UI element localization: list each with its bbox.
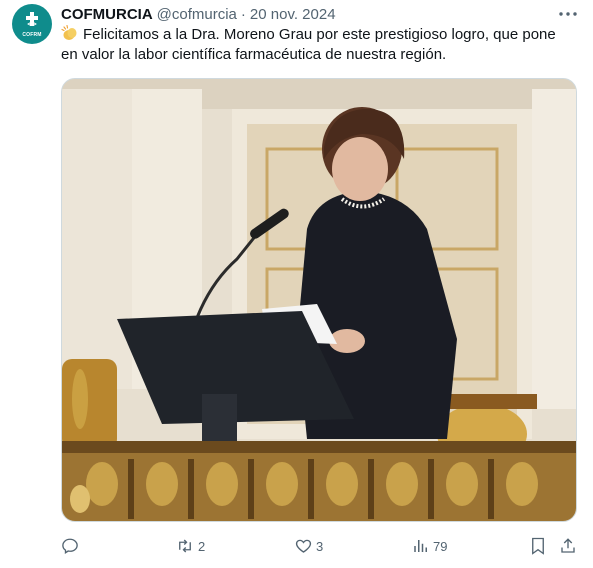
retweet-button[interactable]: 2 xyxy=(175,535,205,557)
photo-speaker-at-podium xyxy=(62,79,576,521)
share-icon xyxy=(561,538,575,553)
heart-icon xyxy=(295,539,312,553)
like-count: 3 xyxy=(316,538,324,554)
tweet-header: COFMURCIA @cofmurcia · 20 nov. 2024 xyxy=(61,4,336,24)
avatar-label: COFRM xyxy=(22,31,42,38)
more-dots-icon xyxy=(559,12,577,16)
avatar[interactable]: COFRM xyxy=(12,4,52,44)
views-count: 79 xyxy=(433,538,448,554)
action-bar: 2 3 79 xyxy=(61,535,579,557)
bookmark-icon xyxy=(532,537,544,555)
separator-dot: · xyxy=(240,5,246,23)
views-button[interactable]: 79 xyxy=(412,535,447,557)
share-button[interactable] xyxy=(559,535,577,557)
tweet-body: Felicitamos a la Dra. Moreno Grau por es… xyxy=(61,25,576,65)
pharmacy-cross-icon xyxy=(26,11,38,26)
reply-button[interactable] xyxy=(61,535,79,557)
views-bar-chart-icon xyxy=(414,540,427,552)
tweet-date[interactable]: 20 nov. 2024 xyxy=(250,6,336,23)
like-button[interactable]: 3 xyxy=(294,535,323,557)
retweet-count: 2 xyxy=(198,538,206,554)
tweet-text: Felicitamos a la Dra. Moreno Grau por es… xyxy=(61,26,556,63)
author-display-name[interactable]: COFMURCIA xyxy=(61,6,153,23)
clapping-hands-icon xyxy=(61,25,77,40)
retweet-icon xyxy=(179,539,191,553)
reply-icon xyxy=(62,538,78,554)
more-options-button[interactable] xyxy=(556,4,580,24)
tweet-card[interactable]: COFRM COFMURCIA @cofmurcia · 20 nov. 202… xyxy=(0,0,593,568)
bookmark-button[interactable] xyxy=(530,535,546,557)
tweet-photo[interactable] xyxy=(61,78,577,522)
author-handle[interactable]: @cofmurcia xyxy=(157,6,237,23)
